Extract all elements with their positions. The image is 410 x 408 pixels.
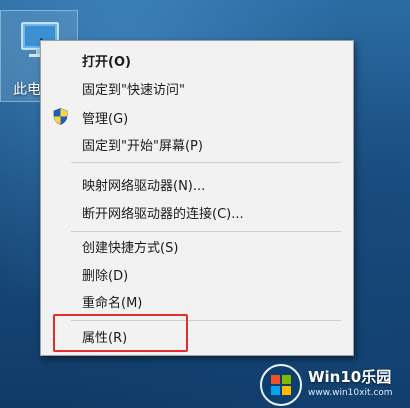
menu-item-label: 创建快捷方式(S) bbox=[82, 240, 179, 256]
menu-item-pin-start[interactable]: 固定到"开始"屏幕(P) bbox=[41, 132, 353, 156]
menu-item-label: 固定到"快速访问" bbox=[82, 82, 185, 98]
menu-item-delete[interactable]: 删除(D) bbox=[41, 262, 353, 286]
menu-item-label: 打开(O) bbox=[82, 54, 131, 70]
menu-item-rename[interactable]: 重命名(M) bbox=[41, 289, 353, 313]
menu-item-label: 删除(D) bbox=[82, 268, 129, 284]
menu-item-label: 映射网络驱动器(N)... bbox=[82, 178, 206, 194]
menu-item-create-shortcut[interactable]: 创建快捷方式(S) bbox=[41, 234, 353, 258]
menu-item-pin-quick-access[interactable]: 固定到"快速访问" bbox=[41, 76, 353, 100]
menu-item-manage[interactable]: 管理(G) bbox=[41, 105, 353, 129]
desktop-icon-label: 此电 bbox=[13, 82, 41, 98]
menu-separator bbox=[71, 162, 341, 163]
menu-item-map-network-drive[interactable]: 映射网络驱动器(N)... bbox=[41, 172, 353, 196]
menu-item-open[interactable]: 打开(O) bbox=[41, 48, 353, 72]
context-menu: 打开(O) 固定到"快速访问" 管理(G) 固定到"开始"屏幕(P) 映射网络驱… bbox=[40, 40, 354, 356]
uac-shield-icon bbox=[53, 108, 68, 125]
menu-item-label: 管理(G) bbox=[82, 111, 129, 127]
windows-logo-icon bbox=[260, 364, 302, 406]
watermark-brand: Win10乐园 bbox=[308, 368, 392, 386]
properties-highlight-box bbox=[53, 314, 188, 352]
watermark-logo: Win10乐园 www.win10xit.com bbox=[258, 362, 410, 408]
menu-item-label: 重命名(M) bbox=[82, 295, 143, 311]
menu-item-label: 断开网络驱动器的连接(C)... bbox=[82, 206, 244, 222]
menu-item-label: 固定到"开始"屏幕(P) bbox=[82, 138, 203, 154]
menu-separator bbox=[71, 231, 341, 232]
menu-item-disconnect-network-drive[interactable]: 断开网络驱动器的连接(C)... bbox=[41, 200, 353, 224]
watermark-url: www.win10xit.com bbox=[308, 388, 393, 398]
